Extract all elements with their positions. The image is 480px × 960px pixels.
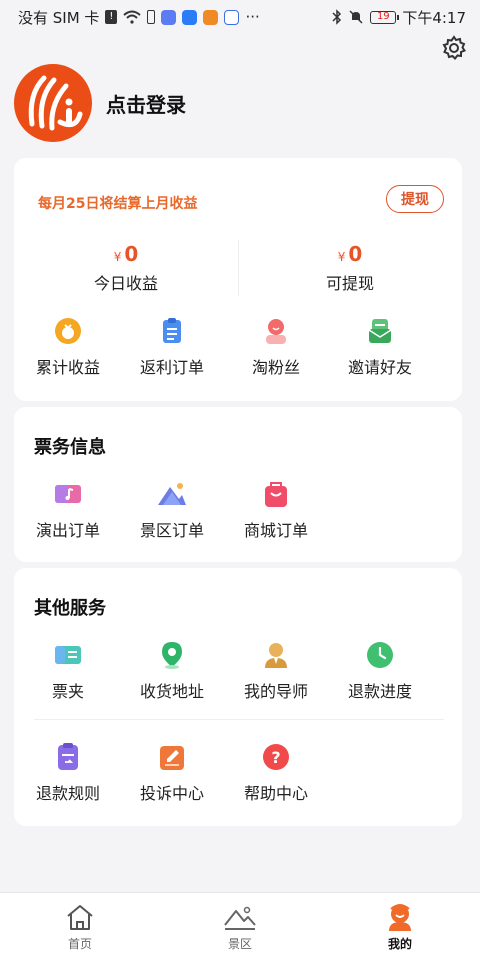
tickets-grid: 演出订单 景区订单 商城订单	[14, 479, 462, 541]
service-label: 我的导师	[243, 682, 308, 701]
today-label: 今日收益	[93, 274, 158, 293]
bluetooth-icon	[332, 9, 342, 25]
earnings-card: 每月25日将结算上月收益 提现 ¥0 今日收益 ¥0 可提现 累计收益 返利订单…	[14, 158, 462, 401]
login-link[interactable]: 点击登录	[106, 89, 186, 118]
tickets-card: 票务信息 演出订单 景区订单 商城订单	[14, 407, 462, 562]
gear-icon[interactable]	[440, 34, 468, 62]
money-bag-icon	[55, 318, 81, 344]
service-label: 投诉中心	[139, 784, 204, 803]
tab-scenic[interactable]: 景区	[160, 893, 320, 960]
ticket-label: 商城订单	[243, 521, 308, 540]
tab-bar: 首页 景区 我的	[0, 892, 480, 960]
refund-rules-icon	[58, 743, 78, 770]
clock-time: 下午4:17	[402, 8, 466, 27]
ticket-folder-icon	[55, 646, 81, 664]
service-refund-progress[interactable]: 退款进度	[328, 640, 432, 702]
tab-label: 首页	[67, 937, 92, 951]
scenic-icon	[224, 906, 256, 930]
ticket-show-orders[interactable]: 演出订单	[16, 479, 120, 541]
services-title: 其他服务	[34, 598, 106, 619]
service-label: 收货地址	[139, 682, 204, 701]
svg-text:?: ?	[271, 748, 280, 767]
tickets-title: 票务信息	[34, 437, 106, 458]
music-ticket-icon	[55, 485, 81, 503]
profile-icon	[389, 904, 411, 931]
ticket-label: 演出订单	[35, 521, 100, 540]
ticket-label: 景区订单	[139, 521, 204, 540]
edit-note-icon	[160, 746, 184, 770]
shortcut-fans[interactable]: 淘粉丝	[224, 316, 328, 378]
withdrawable-amount: 0	[348, 242, 363, 266]
location-pin-icon	[162, 642, 182, 669]
services-divider	[34, 719, 444, 720]
shortcut-label: 返利订单	[139, 358, 204, 377]
today-amount: 0	[124, 242, 139, 266]
shortcut-label: 邀请好友	[347, 358, 412, 377]
currency-symbol: ¥	[337, 250, 346, 264]
cloud-app-icon	[182, 9, 198, 25]
withdrawable-earnings[interactable]: ¥0 可提现	[238, 242, 462, 294]
mentor-icon	[265, 643, 287, 668]
today-earnings[interactable]: ¥0 今日收益	[14, 242, 238, 294]
home-icon	[67, 905, 93, 930]
more-notifications-icon: ···	[245, 8, 260, 26]
withdrawable-label: 可提现	[325, 274, 374, 293]
service-complaint-center[interactable]: 投诉中心	[120, 742, 224, 804]
shortcut-rebate-orders[interactable]: 返利订单	[120, 316, 224, 378]
clock-icon	[367, 642, 393, 668]
settlement-notice: 每月25日将结算上月收益	[38, 196, 198, 212]
shortcut-invite-friends[interactable]: 邀请好友	[328, 316, 432, 378]
invite-envelope-icon	[368, 319, 392, 343]
clipboard-icon	[163, 318, 181, 343]
phone-icon	[147, 10, 156, 24]
alert-icon: !	[105, 10, 118, 24]
mute-bell-icon	[349, 10, 363, 24]
wifi-icon	[123, 10, 142, 24]
withdrawable-amount-row: ¥0	[238, 242, 462, 266]
ticket-mall-orders[interactable]: 商城订单	[224, 479, 328, 541]
video-app-icon	[203, 9, 219, 25]
service-label: 退款进度	[347, 682, 412, 701]
mountain-icon	[158, 483, 186, 505]
today-amount-row: ¥0	[14, 242, 238, 266]
tab-label: 我的	[387, 937, 412, 951]
service-help-center[interactable]: ? 帮助中心	[224, 742, 328, 804]
shopping-bag-icon	[265, 482, 287, 507]
music-app-icon	[161, 9, 177, 25]
shortcut-total-earnings[interactable]: 累计收益	[16, 316, 120, 378]
avatar[interactable]	[14, 64, 92, 142]
status-right: 19 下午4:17	[332, 7, 466, 28]
profile-header[interactable]: 点击登录	[14, 64, 186, 142]
services-row2: 退款规则 投诉中心 ? 帮助中心	[14, 742, 462, 804]
service-label: 帮助中心	[243, 784, 308, 803]
service-ticket-folder[interactable]: 票夹	[16, 640, 120, 702]
paw-app-icon	[224, 9, 240, 25]
services-card: 其他服务 票夹 收货地址 我的导师 退款进度 退款规则 投诉中心 ? 帮助中心	[14, 568, 462, 826]
fan-user-icon	[266, 319, 286, 344]
carrier-text: 没有 SIM 卡	[18, 8, 100, 27]
help-icon: ?	[263, 744, 289, 770]
tab-label: 景区	[227, 937, 252, 951]
status-bar: 没有 SIM 卡 ! ··· 19 下午4:17	[0, 0, 480, 34]
earnings-shortcuts: 累计收益 返利订单 淘粉丝 邀请好友	[14, 316, 462, 378]
service-shipping-address[interactable]: 收货地址	[120, 640, 224, 702]
service-refund-rules[interactable]: 退款规则	[16, 742, 120, 804]
status-left: 没有 SIM 卡 ! ···	[18, 7, 260, 28]
ticket-scenic-orders[interactable]: 景区订单	[120, 479, 224, 541]
service-label: 退款规则	[35, 784, 100, 803]
withdraw-button[interactable]: 提现	[386, 185, 444, 213]
shortcut-label: 淘粉丝	[251, 358, 300, 377]
service-label: 票夹	[51, 682, 84, 701]
shortcut-label: 累计收益	[35, 358, 100, 377]
brand-logo	[28, 75, 83, 131]
services-row1: 票夹 收货地址 我的导师 退款进度	[14, 640, 462, 702]
battery-icon: 19	[370, 10, 400, 24]
service-my-mentor[interactable]: 我的导师	[224, 640, 328, 702]
tab-mine[interactable]: 我的	[320, 893, 480, 960]
currency-symbol: ¥	[113, 250, 122, 264]
tab-home[interactable]: 首页	[0, 893, 160, 960]
